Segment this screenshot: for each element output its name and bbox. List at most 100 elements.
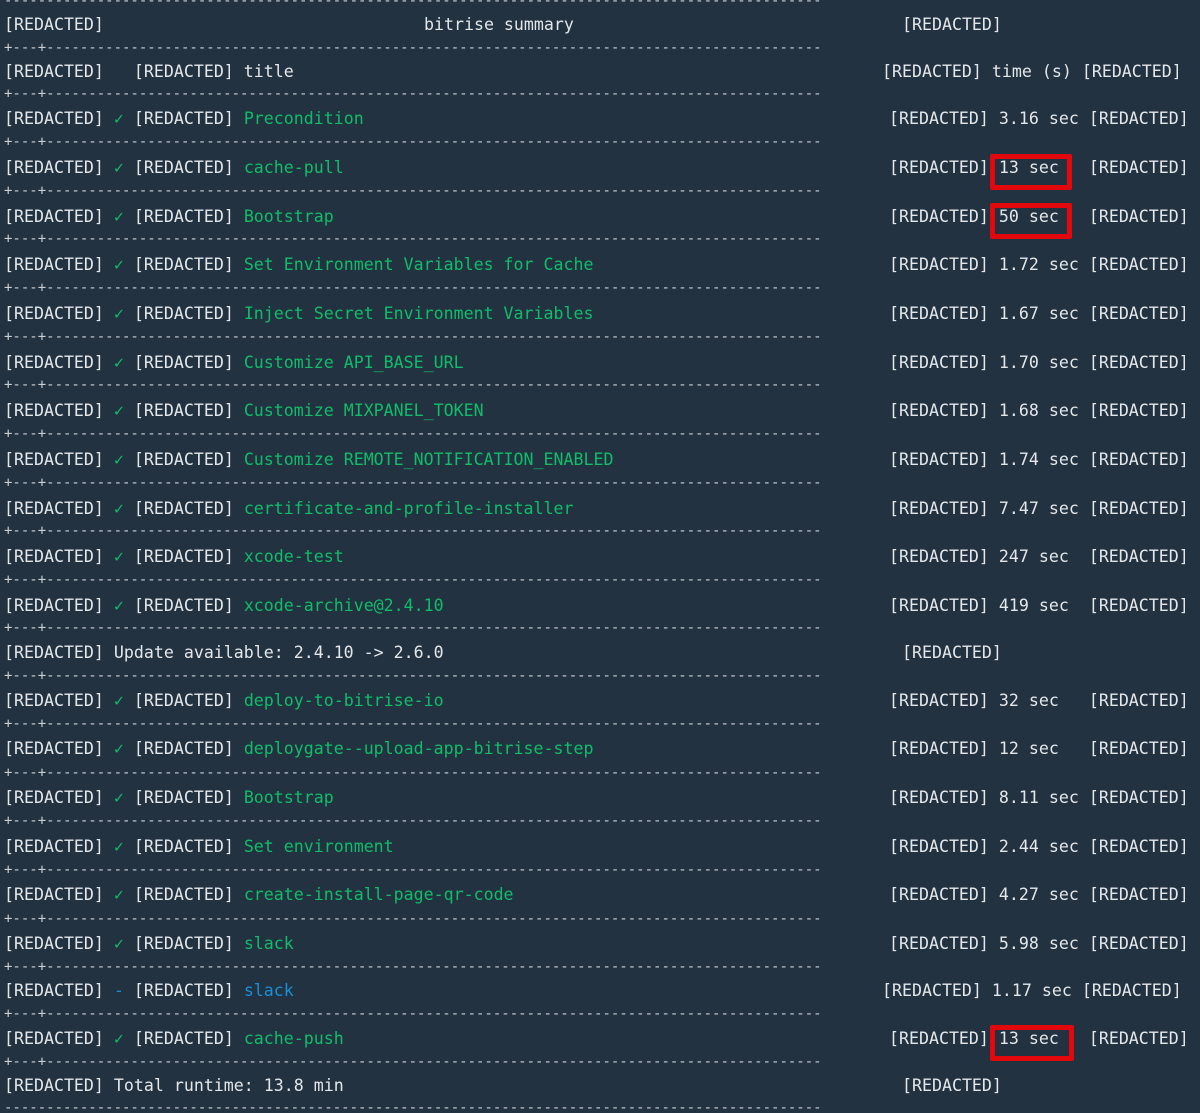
step-title: deploygate--upload-app-bitrise-step: [243, 739, 594, 758]
step-title: cache-push: [243, 1029, 344, 1048]
step-row: [REDACTED] ✓ [REDACTED] Customize API_BA…: [4, 349, 1198, 377]
table-separator: +---+-----------------------------------…: [4, 332, 820, 342]
step-time: 4.27 sec: [998, 885, 1079, 904]
table-separator: +---+-----------------------------------…: [4, 623, 820, 633]
redacted-marker: [REDACTED]: [133, 934, 234, 953]
table-separator: +---+-----------------------------------…: [4, 526, 820, 536]
step-row: [REDACTED] - [REDACTED] slack [REDACTED] …: [4, 977, 1198, 1005]
redacted-marker: [REDACTED]: [1081, 62, 1182, 81]
redacted-marker: [REDACTED]: [889, 158, 989, 177]
redacted-marker: [REDACTED]: [4, 62, 104, 81]
table-separator: +---+-----------------------------------…: [4, 380, 820, 390]
redacted-marker: [REDACTED]: [1088, 207, 1189, 226]
redacted-marker: [REDACTED]: [889, 1029, 989, 1048]
check-icon: ✓: [113, 1029, 124, 1048]
redacted-marker: [REDACTED]: [1088, 158, 1189, 177]
redacted-marker: [REDACTED]: [1088, 691, 1189, 710]
redacted-marker: [REDACTED]: [1088, 788, 1189, 807]
terminal-output: ----------------------------------------…: [0, 0, 1200, 1113]
table-separator: +---+-----------------------------------…: [4, 43, 820, 53]
step-row: [REDACTED] ✓ [REDACTED] Bootstrap [REDACT…: [4, 784, 1198, 812]
table-separator: ----------------------------------------…: [4, 0, 820, 6]
redacted-marker: [REDACTED]: [133, 691, 234, 710]
check-icon: ✓: [113, 158, 124, 177]
redacted-marker: [REDACTED]: [4, 255, 104, 274]
redacted-marker: [REDACTED]: [889, 401, 989, 420]
step-title: deploy-to-bitrise-io: [243, 691, 444, 710]
table-separator: +---+-----------------------------------…: [4, 914, 820, 924]
redacted-marker: [REDACTED]: [4, 450, 104, 469]
table-separator: +---+-----------------------------------…: [4, 283, 820, 293]
redacted-marker: [REDACTED]: [889, 109, 989, 128]
step-time: 5.98 sec: [998, 934, 1079, 953]
step-time: 32 sec: [998, 691, 1059, 710]
step-row: [REDACTED] ✓ [REDACTED] cache-pull [REDAC…: [4, 154, 1198, 182]
redacted-marker: [REDACTED]: [889, 788, 989, 807]
redacted-marker: [REDACTED]: [133, 1029, 234, 1048]
redacted-marker: [REDACTED]: [133, 837, 234, 856]
redacted-marker: [REDACTED]: [1081, 981, 1182, 1000]
step-time: 2.44 sec: [998, 837, 1079, 856]
table-separator: +---+-----------------------------------…: [4, 575, 820, 585]
step-title: create-install-page-qr-code: [243, 885, 514, 904]
redacted-marker: [REDACTED]: [4, 691, 104, 710]
step-title: Customize API_BASE_URL: [243, 353, 464, 372]
redacted-marker: [REDACTED]: [889, 207, 989, 226]
redacted-marker: [REDACTED]: [133, 981, 234, 1000]
step-row: [REDACTED] ✓ [REDACTED] Inject Secret En…: [4, 300, 1198, 328]
update-notice-row: [REDACTED] Update available: 2.4.10 -> 2…: [4, 639, 1198, 667]
step-title: Precondition: [243, 109, 364, 128]
table-separator: +---+-----------------------------------…: [4, 1057, 820, 1067]
step-row: [REDACTED] ✓ [REDACTED] Precondition [RED…: [4, 105, 1198, 133]
redacted-marker: [REDACTED]: [133, 401, 234, 420]
redacted-marker: [REDACTED]: [889, 353, 989, 372]
step-row: [REDACTED] ✓ [REDACTED] slack [REDACTED] …: [4, 930, 1198, 958]
redacted-marker: [REDACTED]: [4, 1029, 104, 1048]
step-title: xcode-test: [243, 547, 344, 566]
table-separator: +---+-----------------------------------…: [4, 816, 820, 826]
step-title: Customize MIXPANEL_TOKEN: [243, 401, 484, 420]
redacted-marker: [REDACTED]: [889, 304, 989, 323]
redacted-marker: [REDACTED]: [4, 739, 104, 758]
step-time: 50 sec: [998, 207, 1059, 226]
redacted-marker: [REDACTED]: [1088, 547, 1189, 566]
step-row: [REDACTED] ✓ [REDACTED] certificate-and-…: [4, 495, 1198, 523]
check-icon: ✓: [113, 401, 124, 420]
check-icon: ✓: [113, 837, 124, 856]
check-icon: ✓: [113, 499, 124, 518]
skip-icon: -: [113, 981, 124, 1000]
check-icon: ✓: [113, 788, 124, 807]
redacted-marker: [REDACTED]: [1088, 934, 1189, 953]
table-separator: +---+-----------------------------------…: [4, 234, 820, 244]
redacted-marker: [REDACTED]: [133, 596, 234, 615]
redacted-marker: [REDACTED]: [889, 691, 989, 710]
redacted-marker: [REDACTED]: [902, 1076, 1002, 1095]
redacted-marker: [REDACTED]: [4, 207, 104, 226]
column-title-header: title: [243, 62, 294, 81]
step-row: [REDACTED] ✓ [REDACTED] create-install-p…: [4, 881, 1198, 909]
redacted-marker: [REDACTED]: [4, 158, 104, 177]
table-separator: +---+-----------------------------------…: [4, 962, 820, 972]
step-row: [REDACTED] ✓ [REDACTED] xcode-test [REDAC…: [4, 543, 1198, 571]
redacted-marker: [REDACTED]: [133, 499, 234, 518]
check-icon: ✓: [113, 596, 124, 615]
redacted-marker: [REDACTED]: [902, 643, 1002, 662]
check-icon: ✓: [113, 885, 124, 904]
table-separator: +---+-----------------------------------…: [4, 671, 820, 681]
redacted-marker: [REDACTED]: [4, 109, 104, 128]
redacted-marker: [REDACTED]: [889, 934, 989, 953]
step-title: Inject Secret Environment Variables: [243, 304, 594, 323]
redacted-marker: [REDACTED]: [882, 981, 982, 1000]
step-time: 247 sec: [998, 547, 1069, 566]
redacted-marker: [REDACTED]: [4, 643, 104, 662]
step-time: 13 sec: [998, 1029, 1059, 1048]
redacted-marker: [REDACTED]: [1088, 353, 1189, 372]
redacted-marker: [REDACTED]: [4, 353, 104, 372]
redacted-marker: [REDACTED]: [133, 788, 234, 807]
step-time: 1.74 sec: [998, 450, 1079, 469]
check-icon: ✓: [113, 547, 124, 566]
redacted-marker: [REDACTED]: [133, 885, 234, 904]
step-row: [REDACTED] ✓ [REDACTED] Set environment […: [4, 833, 1198, 861]
redacted-marker: [REDACTED]: [902, 15, 1002, 34]
redacted-marker: [REDACTED]: [1088, 1029, 1189, 1048]
